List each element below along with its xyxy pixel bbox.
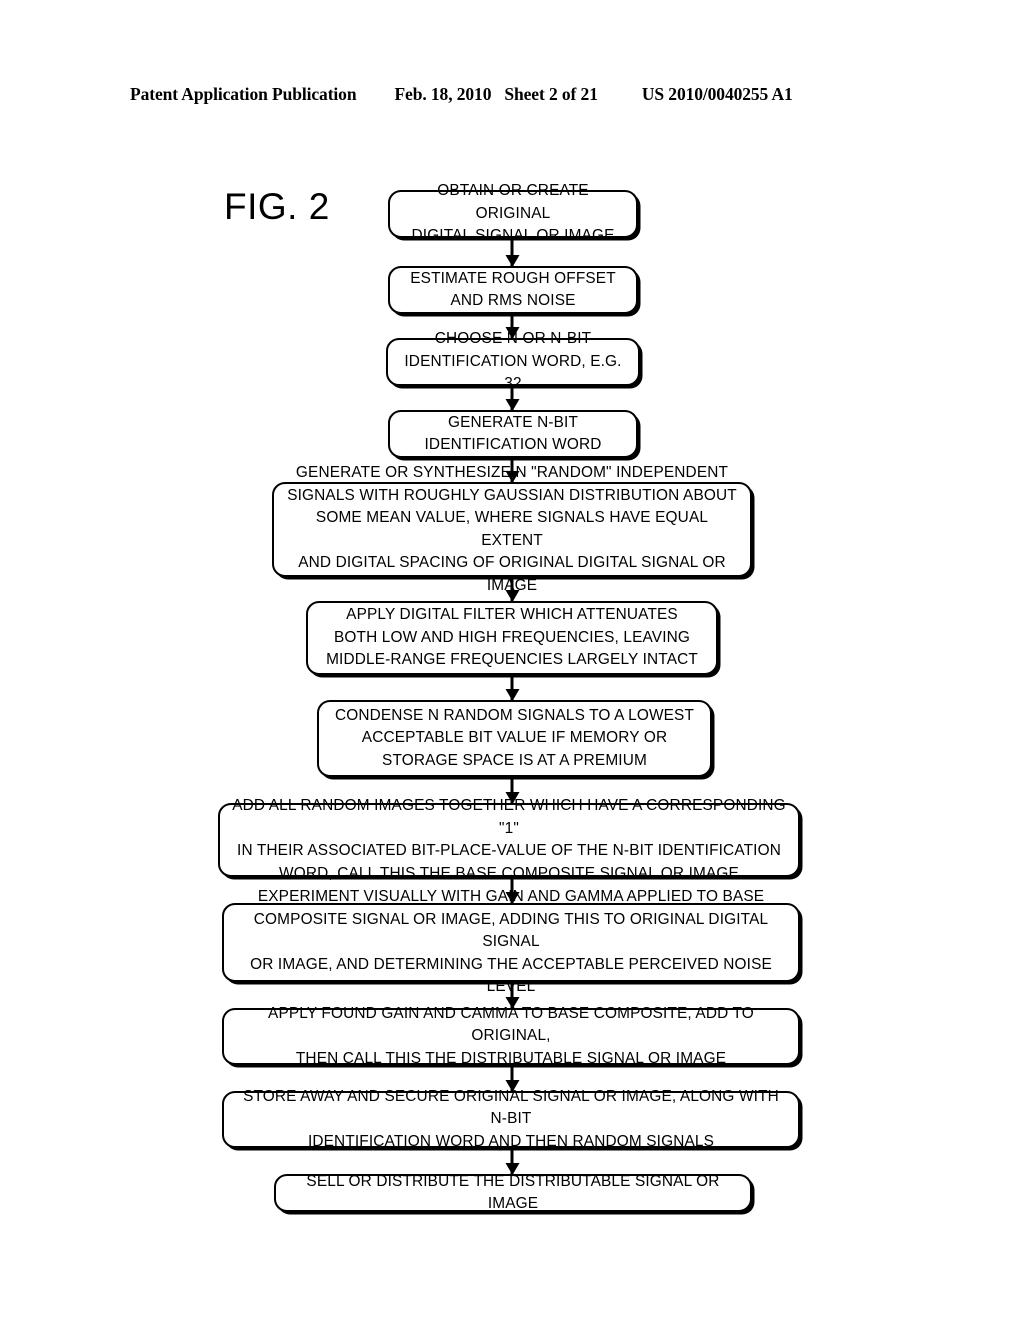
flowchart-connector-3-4 [510,386,514,410]
flowchart-node-generate-n-bit-word: GENERATE N-BIT IDENTIFICATION WORD [388,410,638,458]
flowchart-node-apply-digital-filter: APPLY DIGITAL FILTER WHICH ATTENUATES BO… [306,601,718,675]
flowchart-connector-6-7 [510,675,514,700]
flowchart-node-condense-random-signals: CONDENSE N RANDOM SIGNALS TO A LOWEST AC… [317,700,712,777]
flowchart-node-text: SELL OR DISTRIBUTE THE DISTRIBUTABLE SIG… [306,1172,720,1213]
flowchart-connector-1-2 [510,238,514,266]
flowchart-node-choose-n-bit-word: CHOOSE N OR N-BIT IDENTIFICATION WORD, E… [386,330,640,392]
flowchart-connector-5-6 [510,577,514,601]
flowchart-node-text: STORE AWAY AND SECURE ORIGINAL SIGNAL OR… [243,1087,779,1150]
flowchart-node-text: CONDENSE N RANDOM SIGNALS TO A LOWEST AC… [334,706,695,769]
flowchart-node-sell-or-distribute: SELL OR DISTRIBUTE THE DISTRIBUTABLE SIG… [274,1173,752,1212]
flowchart-node-obtain-or-create-original: OBTAIN OR CREATE ORIGINAL DIGITAL SIGNAL… [388,182,638,244]
flowchart-node-estimate-rough-offset: ESTIMATE ROUGH OFFSET AND RMS NOISE [388,266,638,314]
flowchart-node-experiment-gain-gamma: EXPERIMENT VISUALLY WITH GAIN AND GAMMA … [222,888,800,995]
flowchart-node-apply-found-gain-gamma: APPLY FOUND GAIN AND CAMMA TO BASE COMPO… [222,1005,800,1067]
flowchart-node-text: ADD ALL RANDOM IMAGES TOGETHER WHICH HAV… [232,797,786,882]
flowchart-node-generate-random-signals: GENERATE OR SYNTHESIZE N "RANDOM" INDEPE… [272,464,752,594]
flowchart-diagram: OBTAIN OR CREATE ORIGINAL DIGITAL SIGNAL… [0,0,1024,1320]
flowchart-node-store-away-and-secure: STORE AWAY AND SECURE ORIGINAL SIGNAL OR… [222,1088,800,1150]
flowchart-node-text: APPLY FOUND GAIN AND CAMMA TO BASE COMPO… [268,1004,754,1067]
flowchart-node-text: GENERATE N-BIT IDENTIFICATION WORD [424,413,602,454]
flowchart-node-add-random-images: ADD ALL RANDOM IMAGES TOGETHER WHICH HAV… [218,797,800,882]
flowchart-node-text: ESTIMATE ROUGH OFFSET AND RMS NOISE [410,269,616,310]
flowchart-node-text: APPLY DIGITAL FILTER WHICH ATTENUATES BO… [326,606,698,669]
